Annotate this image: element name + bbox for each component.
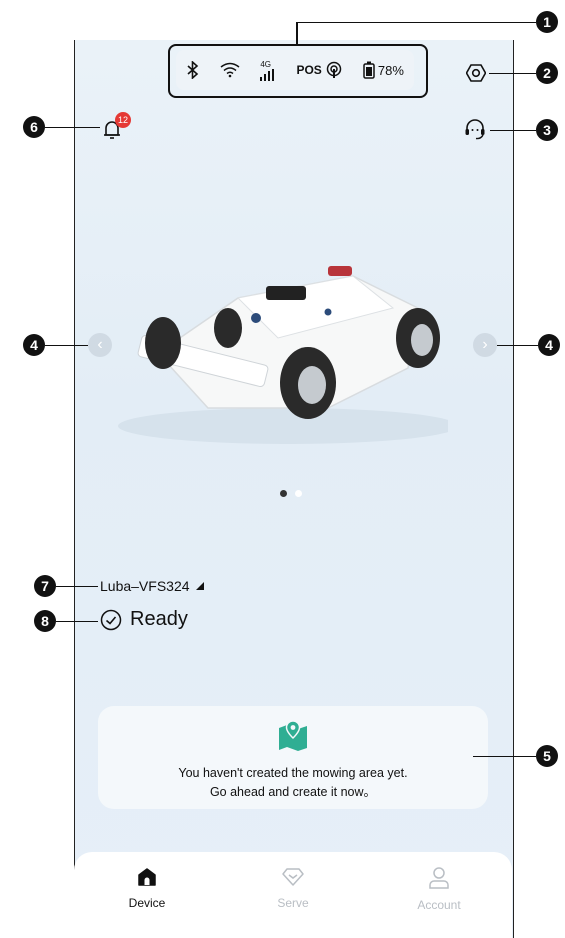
map-pin-icon: [98, 718, 488, 756]
tab-account[interactable]: Account: [379, 866, 499, 912]
tab-label: Account: [417, 898, 461, 912]
callout-marker: 1: [536, 11, 558, 33]
tab-device[interactable]: Device: [87, 866, 207, 910]
callout-line: [490, 130, 536, 131]
callout-line: [489, 73, 536, 74]
pos-label: POS: [296, 63, 322, 77]
signal-bars-icon: [260, 68, 275, 81]
battery-indicator: 78%: [363, 61, 404, 79]
carousel-dot: [295, 490, 302, 497]
wifi-icon: [220, 62, 240, 78]
device-status: Ready: [100, 608, 188, 631]
bottom-tab-bar: Device Serve Account: [74, 852, 512, 938]
create-mowing-area-card[interactable]: You haven't created the mowing area yet.…: [98, 706, 488, 809]
status-text: Ready: [130, 608, 188, 630]
bluetooth-icon: [186, 61, 200, 79]
notification-button[interactable]: 12: [102, 112, 138, 144]
device-name: Luba–VFS324: [100, 578, 190, 594]
callout-line: [45, 127, 100, 128]
callout-line: [473, 756, 536, 757]
callout-line: [296, 22, 536, 23]
home-icon: [138, 868, 156, 886]
callout-line: [45, 345, 88, 346]
device-selector[interactable]: Luba–VFS324: [100, 578, 204, 594]
carousel-next-button[interactable]: ›: [473, 333, 497, 357]
customer-support-icon[interactable]: [463, 117, 487, 146]
callout-line: [56, 586, 98, 587]
tab-label: Device: [128, 896, 166, 910]
callout-line: [296, 22, 298, 44]
callout-marker: 8: [34, 610, 56, 632]
user-icon: [429, 867, 449, 889]
carousel-dot-active: [280, 490, 287, 497]
battery-percent: 78%: [377, 62, 404, 78]
diamond-icon: [282, 868, 304, 886]
pos-indicator: POS: [296, 61, 342, 79]
status-bar: 4G POS 78%: [176, 50, 414, 90]
gps-antenna-icon: [326, 61, 342, 78]
mower-image: [118, 258, 458, 448]
carousel-indicator: [280, 490, 302, 497]
check-circle-icon: [100, 609, 122, 630]
notification-badge: 12: [115, 112, 131, 128]
settings-icon[interactable]: [465, 63, 487, 88]
chevron-right-icon: ›: [482, 336, 488, 353]
callout-marker: 7: [34, 575, 56, 597]
battery-icon: [363, 61, 375, 79]
callout-marker: 2: [536, 62, 558, 84]
tab-serve[interactable]: Serve: [233, 866, 353, 910]
cellular-signal: 4G: [260, 60, 276, 81]
callout-marker: 5: [536, 745, 558, 767]
callout-line: [497, 345, 538, 346]
callout-line: [56, 621, 98, 622]
callout-marker: 3: [536, 119, 558, 141]
card-message-line2: Go ahead and create it now。: [209, 785, 377, 799]
tab-label: Serve: [277, 896, 309, 910]
callout-marker: 4: [538, 334, 560, 356]
network-label: 4G: [260, 59, 271, 69]
callout-marker: 4: [23, 334, 45, 356]
callout-marker: 6: [23, 116, 45, 138]
carousel-prev-button[interactable]: ‹: [88, 333, 112, 357]
card-message-line1: You haven't created the mowing area yet.: [178, 766, 408, 780]
chevron-left-icon: ‹: [97, 336, 103, 353]
dropdown-triangle-icon: [195, 582, 204, 590]
